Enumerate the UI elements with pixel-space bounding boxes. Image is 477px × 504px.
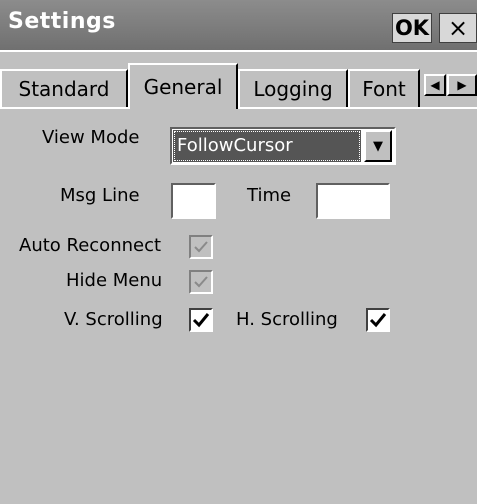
h-scrolling-label: H. Scrolling (236, 309, 338, 330)
hide-menu-checkbox (189, 270, 213, 294)
title-bar: Settings OK × (0, 0, 477, 50)
msg-line-label: Msg Line (60, 185, 140, 206)
checkmark-icon (194, 276, 208, 288)
h-scrolling-checkbox[interactable] (366, 308, 390, 332)
tab-scroll-left-icon[interactable]: ◀ (424, 74, 446, 96)
general-panel: View Mode FollowCursor ▼ Msg Line Time A… (0, 107, 477, 504)
window-title: Settings (8, 9, 116, 34)
tab-logging[interactable]: Logging (238, 69, 348, 107)
tab-font[interactable]: Font (348, 69, 420, 107)
tab-scroll-right-icon[interactable]: ▶ (447, 74, 477, 96)
time-label: Time (247, 185, 292, 206)
v-scrolling-label: V. Scrolling (64, 309, 163, 330)
checkmark-icon (369, 313, 387, 328)
view-mode-value: FollowCursor (173, 130, 361, 162)
checkmark-icon (192, 313, 210, 328)
checkmark-icon (194, 241, 208, 253)
tab-general[interactable]: General (128, 63, 238, 109)
auto-reconnect-checkbox (189, 235, 213, 259)
view-mode-dropdown[interactable]: FollowCursor ▼ (170, 127, 396, 165)
close-button[interactable]: × (439, 13, 477, 43)
hide-menu-label: Hide Menu (66, 270, 163, 291)
ok-button[interactable]: OK (392, 13, 432, 43)
dropdown-arrow-icon[interactable]: ▼ (364, 130, 392, 162)
tab-standard[interactable]: Standard (0, 69, 128, 107)
tab-strip: Standard General Logging Font ◀ ▶ (0, 50, 477, 109)
v-scrolling-checkbox[interactable] (189, 308, 213, 332)
auto-reconnect-label: Auto Reconnect (19, 235, 162, 256)
time-input[interactable] (316, 183, 390, 219)
msg-line-input[interactable] (171, 183, 216, 219)
view-mode-label: View Mode (42, 127, 140, 148)
